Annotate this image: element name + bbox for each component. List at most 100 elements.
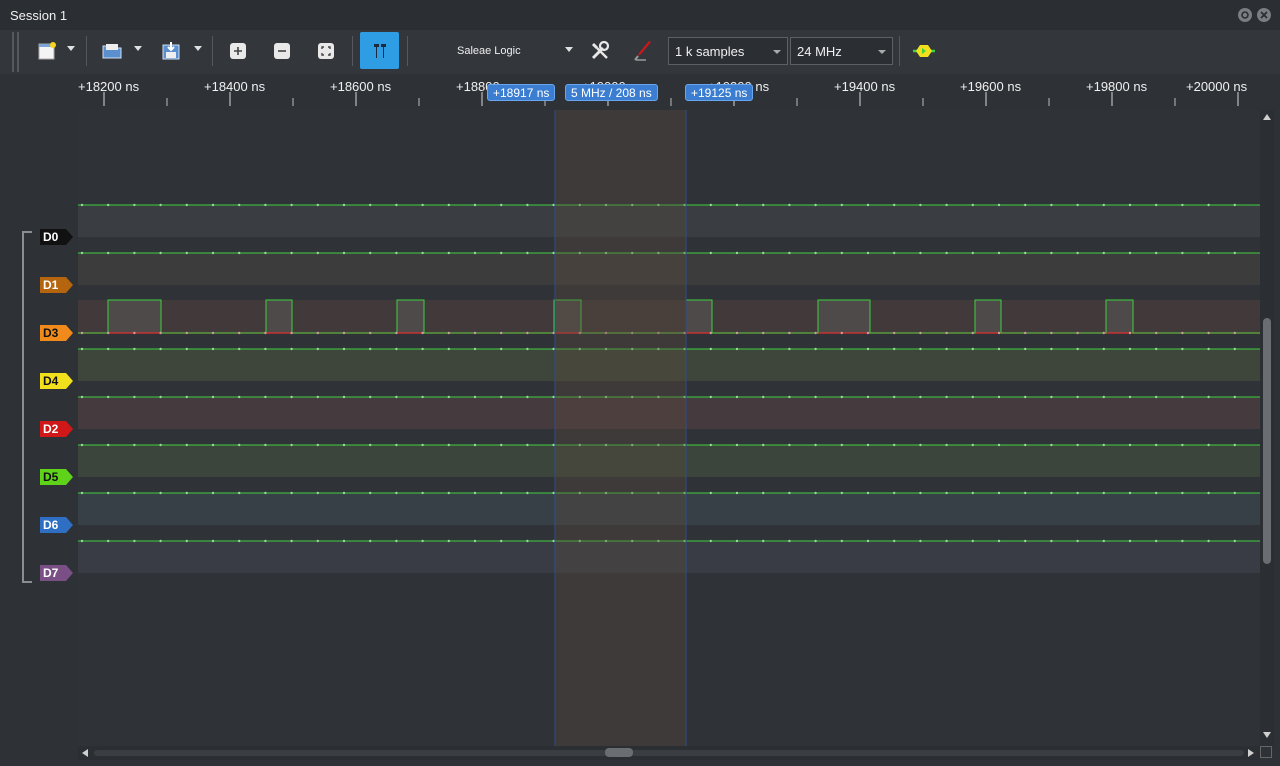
samples-select[interactable]: 1 k samples <box>668 37 788 65</box>
rate-select[interactable]: 24 MHz <box>790 37 893 65</box>
toolbar: Saleae Logic 1 k samples 24 MHz <box>0 30 1280 74</box>
device-select[interactable]: Saleae Logic <box>440 40 580 62</box>
settings-tools-button[interactable] <box>583 34 617 68</box>
sample-dot <box>1155 443 1158 447</box>
close-icon[interactable] <box>1257 8 1271 22</box>
pin-icon[interactable] <box>1238 8 1252 22</box>
vertical-scrollbar[interactable] <box>1260 110 1274 746</box>
sample-dot <box>342 491 346 495</box>
sample-dot <box>159 331 162 335</box>
scroll-down-icon[interactable] <box>1263 732 1271 738</box>
sample-dot <box>473 539 477 543</box>
scroll-left-icon[interactable] <box>82 749 88 757</box>
sample-dot <box>264 347 267 351</box>
samples-caret <box>773 50 781 54</box>
sample-dot <box>762 203 765 207</box>
sample-dot <box>211 443 215 447</box>
scroll-right-icon[interactable] <box>1248 749 1254 757</box>
sample-dot <box>526 539 529 543</box>
horizontal-scroll-thumb[interactable] <box>605 748 633 757</box>
probe-button[interactable] <box>627 34 661 68</box>
sample-dot <box>80 395 84 399</box>
sample-dot <box>395 347 398 351</box>
channel-group-bracket[interactable] <box>22 231 32 583</box>
zoom-in-button[interactable] <box>221 34 255 68</box>
cursor-marker-button[interactable] <box>360 32 399 69</box>
new-session-dropdown[interactable] <box>67 46 75 51</box>
sample-dot <box>1207 251 1210 255</box>
save-export-dropdown[interactable] <box>194 46 202 51</box>
horizontal-scroll-track[interactable] <box>94 750 1244 756</box>
run-capture-button[interactable] <box>907 34 941 68</box>
sample-dot <box>1128 539 1132 543</box>
channel-label-d1[interactable]: D1 <box>40 277 73 293</box>
sample-dot <box>211 331 215 335</box>
sample-dot <box>185 491 188 495</box>
sample-dot <box>473 331 477 335</box>
sample-dot <box>342 539 346 543</box>
rate-value: 24 MHz <box>797 44 842 59</box>
sample-dot <box>1050 331 1053 335</box>
sample-dot <box>473 491 477 495</box>
sample-dot <box>814 203 817 207</box>
sample-dot <box>447 203 450 207</box>
new-session-button[interactable] <box>30 34 64 68</box>
sample-dot <box>1207 491 1210 495</box>
save-export-button[interactable] <box>154 34 188 68</box>
toolbar-grip[interactable] <box>17 32 19 72</box>
channel-label-d6[interactable]: D6 <box>40 517 73 533</box>
sample-dot <box>1076 203 1079 207</box>
sample-dot <box>893 539 896 543</box>
sample-dot <box>316 539 319 543</box>
sample-dot <box>185 443 188 447</box>
sample-dot <box>735 491 739 495</box>
cursor-delta-marker[interactable]: 5 MHz / 208 ns <box>565 84 658 101</box>
sample-dot <box>709 395 712 399</box>
sample-dot <box>814 347 817 351</box>
zoom-fit-button[interactable] <box>309 34 343 68</box>
sample-dot <box>709 491 712 495</box>
channel-label-d2[interactable]: D2 <box>40 421 73 437</box>
cursor-b-marker[interactable]: +19125 ns <box>685 84 754 101</box>
scroll-up-icon[interactable] <box>1263 114 1271 120</box>
sample-dot <box>709 539 712 543</box>
sample-dot <box>447 347 450 351</box>
channel-label-d0[interactable]: D0 <box>40 229 73 245</box>
sample-dot <box>395 251 398 255</box>
toolbar-grip[interactable] <box>12 32 14 72</box>
channel-label-d3[interactable]: D3 <box>40 325 73 341</box>
sample-dot <box>788 347 791 351</box>
sample-dot <box>1024 331 1027 335</box>
waveform-area[interactable] <box>78 110 1260 746</box>
sample-dot <box>1207 539 1210 543</box>
time-ruler[interactable]: +18200 ns+18400 ns+18600 ns+18800 ns+190… <box>78 74 1270 110</box>
ruler-tick-label: +19600 ns <box>960 79 1022 94</box>
sample-dot <box>788 203 791 207</box>
channel-label-d4[interactable]: D4 <box>40 373 73 389</box>
sample-dot <box>552 347 555 351</box>
channel-label-d7[interactable]: D7 <box>40 565 73 581</box>
sample-dot <box>814 395 817 399</box>
sample-dot <box>840 491 843 495</box>
sample-dot <box>1076 347 1079 351</box>
sample-dot <box>211 347 215 351</box>
sample-dot <box>945 331 948 335</box>
sample-dot <box>1102 539 1106 543</box>
resize-corner[interactable] <box>1260 746 1272 758</box>
horizontal-scrollbar[interactable] <box>78 746 1260 760</box>
vertical-scroll-thumb[interactable] <box>1263 318 1271 564</box>
pulse-high-region <box>975 300 1001 333</box>
sample-dot <box>447 443 450 447</box>
sample-dot <box>945 347 948 351</box>
sample-dot <box>211 395 215 399</box>
zoom-out-button[interactable] <box>265 34 299 68</box>
sample-dot <box>919 331 922 335</box>
open-button[interactable] <box>95 34 129 68</box>
cursor-a-marker[interactable]: +18917 ns <box>487 84 556 101</box>
sample-dot <box>1207 443 1210 447</box>
open-dropdown[interactable] <box>134 46 142 51</box>
channel-label-d5[interactable]: D5 <box>40 469 73 485</box>
sample-dot <box>788 251 791 255</box>
sample-dot <box>840 251 843 255</box>
sample-dot <box>866 395 870 399</box>
